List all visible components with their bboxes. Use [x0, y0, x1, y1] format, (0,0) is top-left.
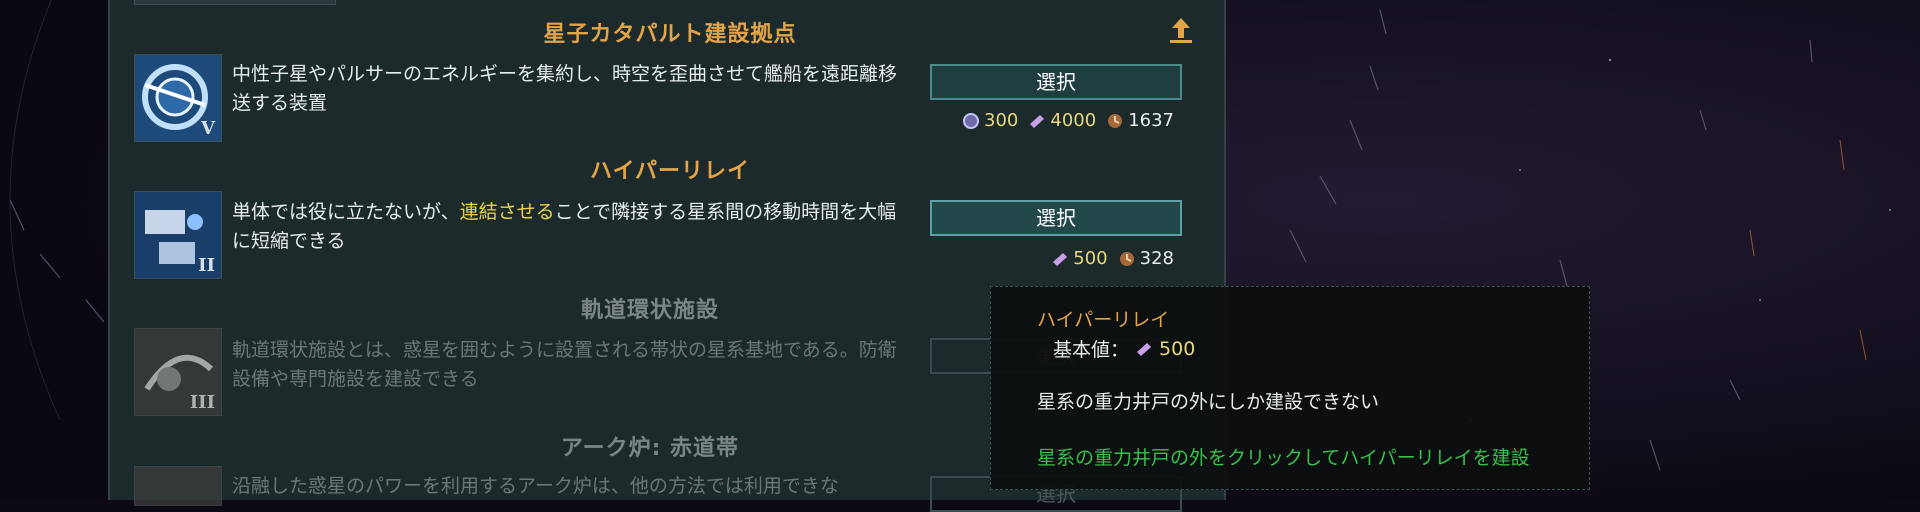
- time-icon: [1108, 113, 1123, 128]
- highlighted-term: 連結させる: [459, 201, 555, 223]
- time-icon: [1119, 251, 1134, 266]
- cost-row: 500 328: [1051, 248, 1180, 269]
- upgrade-arrow-icon[interactable]: [1168, 16, 1194, 44]
- item-description: 中性子星やパルサーのエネルギーを集約し、時空を歪曲させて艦船を遠距離移送する装置: [232, 63, 898, 114]
- item-title-hyper-relay: ハイパーリレイ: [589, 159, 751, 184]
- item-title-star-catapult: 星子カタパルト建設拠点: [543, 22, 797, 47]
- tooltip-hint: 星系の重力井戸の外をクリックしてハイパーリレイを建設: [1037, 447, 1530, 469]
- select-button-star-catapult[interactable]: 選択: [930, 64, 1182, 100]
- cost-value: 300: [984, 110, 1019, 131]
- orbital-ring-image: III: [134, 328, 222, 416]
- select-button-hyper-relay[interactable]: 選択: [930, 200, 1182, 236]
- cost-value: 500: [1073, 248, 1108, 269]
- alloy-icon: [1137, 342, 1152, 356]
- energy-icon: [963, 112, 980, 129]
- star-catapult-image: V: [134, 54, 222, 142]
- alloy-icon: [1030, 114, 1045, 128]
- base-label: 基本値：: [1053, 339, 1130, 361]
- item-description: 沿融した惑星のパワーを利用するアーク炉は、他の方法では利用できな: [232, 475, 839, 497]
- tier-numeral: II: [198, 255, 215, 276]
- cost-value: 4000: [1050, 110, 1097, 131]
- tooltip-base-cost: 基本値： 500: [1053, 335, 1195, 362]
- cost-row: 300 4000 1637: [962, 110, 1180, 131]
- cost-value: 1637: [1128, 110, 1174, 131]
- base-value: 500: [1159, 337, 1196, 360]
- tooltip-restriction: 星系の重力井戸の外にしか建設できない: [1037, 391, 1380, 413]
- cost-value: 328: [1139, 248, 1174, 269]
- tooltip-title: ハイパーリレイ: [1037, 309, 1170, 331]
- previous-row-edge: [134, 0, 336, 5]
- tier-numeral: V: [201, 118, 215, 139]
- item-description: 単体では役に立たないが、連結させることで隣接する星系間の移動時間を大幅に短縮でき…: [232, 201, 897, 252]
- alloy-icon: [1053, 252, 1068, 266]
- arc-furnace-image: [134, 466, 222, 506]
- hyper-relay-tooltip: ハイパーリレイ 基本値： 500 星系の重力井戸の外にしか建設できない 星系の重…: [990, 286, 1590, 490]
- hyper-relay-image: II: [134, 191, 222, 279]
- item-description: 軌道環状施設とは、惑星を囲むように設置される帯状の星系基地である。防衛設備や専門…: [232, 339, 897, 390]
- tier-numeral: III: [189, 392, 215, 413]
